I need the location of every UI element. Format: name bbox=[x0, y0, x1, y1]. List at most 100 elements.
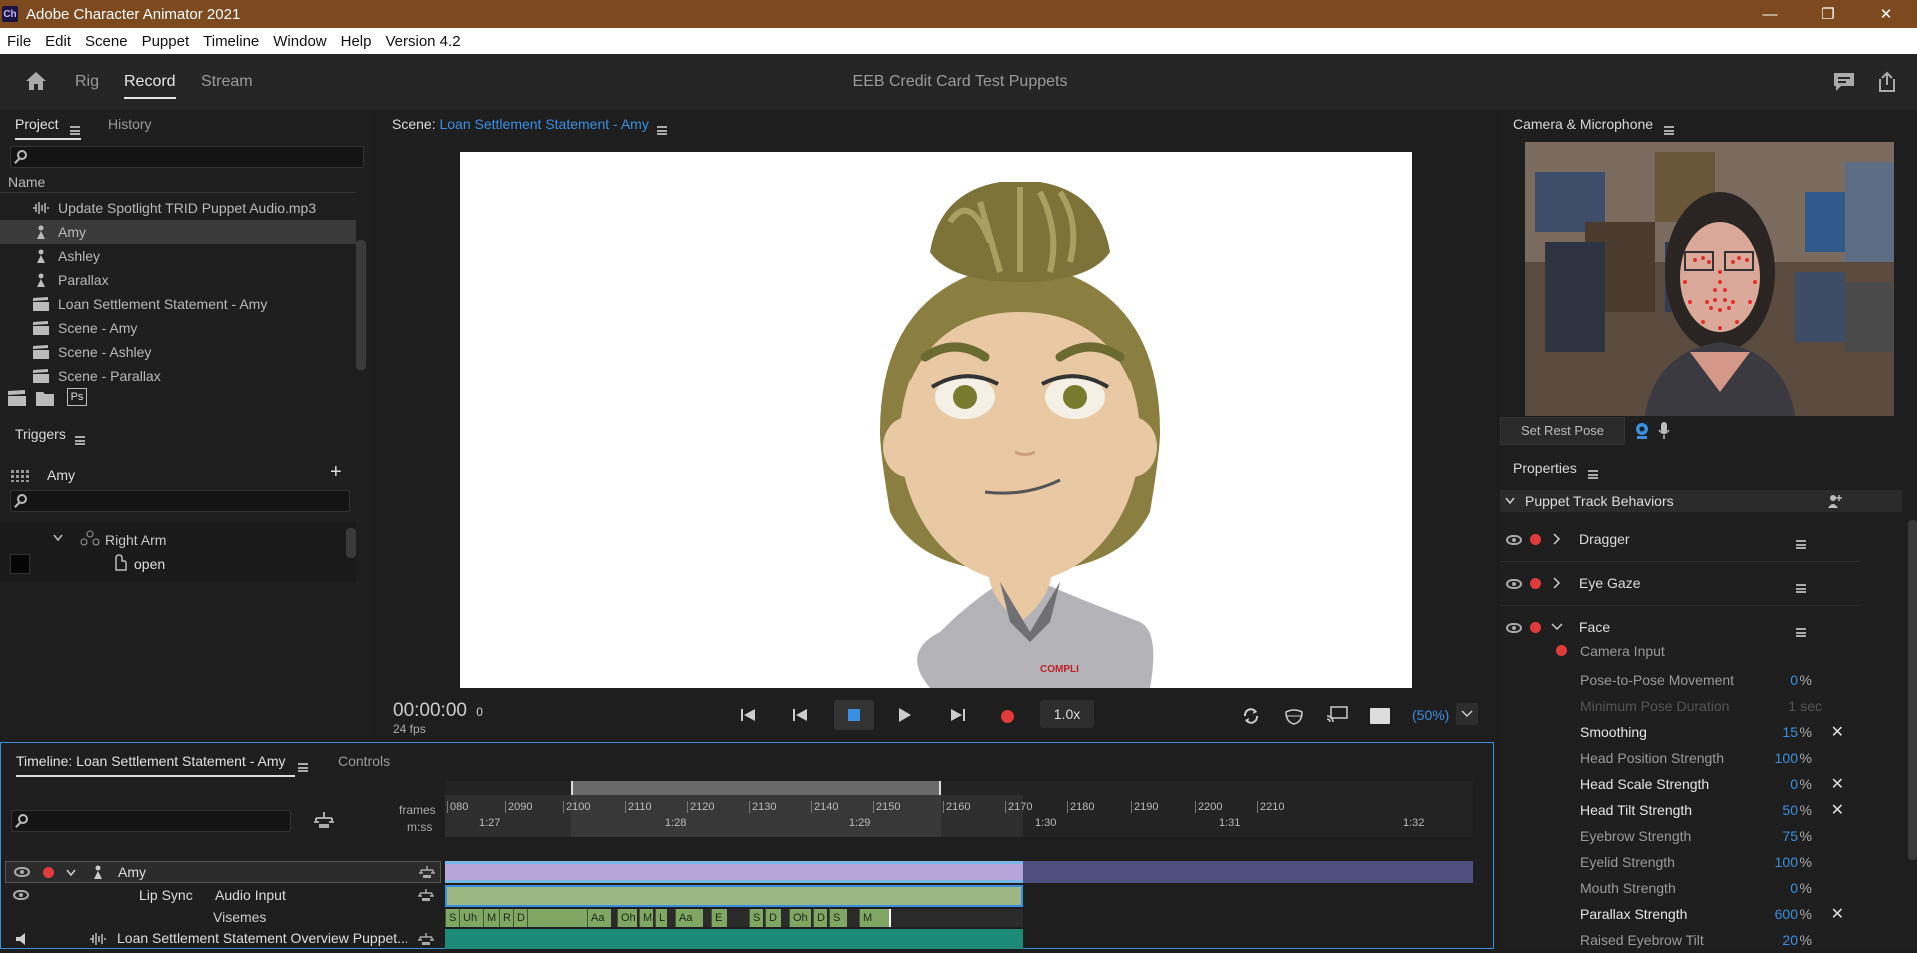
viseme-block[interactable]: S bbox=[445, 909, 459, 927]
menu-timeline[interactable]: Timeline bbox=[196, 33, 266, 50]
viseme-block[interactable]: D bbox=[513, 909, 527, 927]
menu-edit[interactable]: Edit bbox=[38, 33, 78, 50]
panel-menu-icon[interactable] bbox=[70, 125, 80, 135]
arm-record-icon[interactable] bbox=[1530, 534, 1541, 545]
list-item[interactable]: Update Spotlight TRID Puppet Audio.mp3 bbox=[0, 196, 356, 220]
param-value[interactable]: 1 bbox=[1788, 698, 1796, 714]
viseme-block[interactable]: M bbox=[859, 909, 889, 927]
work-area-end-handle[interactable] bbox=[939, 781, 941, 795]
set-rest-pose-button[interactable]: Set Rest Pose bbox=[1500, 417, 1625, 445]
viseme-block[interactable]: R bbox=[499, 909, 513, 927]
list-item[interactable]: Ashley bbox=[0, 244, 356, 268]
param-row[interactable]: Pose-to-Pose Movement 0% bbox=[1500, 667, 1860, 693]
project-scrollbar[interactable] bbox=[356, 240, 366, 370]
panel-menu-icon[interactable] bbox=[1664, 125, 1674, 135]
reset-param-icon[interactable]: ✕ bbox=[1831, 904, 1844, 924]
param-value[interactable]: 20 bbox=[1782, 932, 1798, 948]
viseme-block[interactable]: Oh bbox=[789, 909, 811, 927]
viseme-block[interactable]: S bbox=[749, 909, 763, 927]
timeline-search-input[interactable] bbox=[11, 810, 291, 832]
tab-controls[interactable]: Controls bbox=[338, 753, 390, 769]
list-item[interactable]: Scene - Amy bbox=[0, 316, 356, 340]
new-scene-icon[interactable] bbox=[8, 390, 26, 406]
chevron-down-icon[interactable] bbox=[66, 869, 76, 877]
camera-feed[interactable] bbox=[1525, 142, 1894, 416]
name-column-header[interactable]: Name bbox=[8, 174, 45, 190]
triggers-search-input[interactable] bbox=[10, 490, 350, 512]
step-forward-icon[interactable] bbox=[950, 708, 966, 722]
microphone-icon[interactable] bbox=[1658, 422, 1670, 440]
folder-icon[interactable] bbox=[36, 390, 54, 406]
param-row[interactable]: Smoothing 15% ✕ bbox=[1500, 719, 1860, 745]
param-row[interactable]: Eyelid Strength 100% bbox=[1500, 849, 1860, 875]
trigger-label[interactable]: open bbox=[134, 556, 165, 572]
chevron-right-icon[interactable] bbox=[1553, 577, 1561, 589]
param-row[interactable]: Eyebrow Strength 75% bbox=[1500, 823, 1860, 849]
list-item[interactable]: Amy bbox=[0, 220, 356, 244]
timeline-ruler[interactable]: 080 2090 2100 2110 2120 2130 2140 2150 2160 2170 2… bbox=[445, 781, 1473, 837]
param-row[interactable]: Head Position Strength 100% bbox=[1500, 745, 1860, 771]
viseme-block[interactable]: M bbox=[639, 909, 653, 927]
track-filter-icon[interactable] bbox=[313, 811, 335, 829]
viseme-block[interactable]: Oh bbox=[617, 909, 637, 927]
maximize-button[interactable]: ❐ bbox=[1799, 0, 1857, 28]
param-value[interactable]: 600 bbox=[1775, 906, 1798, 922]
list-item[interactable]: Scene - Parallax bbox=[0, 364, 356, 388]
tab-stream[interactable]: Stream bbox=[201, 73, 253, 91]
reset-param-icon[interactable]: ✕ bbox=[1831, 800, 1844, 820]
list-item[interactable]: Loan Settlement Statement - Amy bbox=[0, 292, 356, 316]
behavior-dragger[interactable]: Dragger bbox=[1500, 518, 1860, 562]
param-row[interactable]: Head Tilt Strength 50% ✕ bbox=[1500, 797, 1860, 823]
chevron-right-icon[interactable] bbox=[1553, 533, 1561, 545]
tab-timeline[interactable]: Timeline: Loan Settlement Statement - Am… bbox=[16, 753, 286, 769]
viseme-block[interactable]: Aa bbox=[587, 909, 611, 927]
panel-menu-icon[interactable] bbox=[1588, 469, 1598, 479]
timecode-display[interactable]: 00:00:00 0 bbox=[393, 700, 483, 722]
puppet-track-behaviors-header[interactable]: Puppet Track Behaviors bbox=[1500, 490, 1902, 512]
trigger-group-label[interactable]: Right Arm bbox=[105, 532, 166, 548]
menu-help[interactable]: Help bbox=[334, 33, 379, 50]
param-value[interactable]: 100 bbox=[1775, 750, 1798, 766]
amy-take[interactable] bbox=[445, 861, 1023, 883]
step-back-icon[interactable] bbox=[792, 708, 808, 722]
viseme-block[interactable]: E bbox=[711, 909, 727, 927]
param-value[interactable]: 100 bbox=[1775, 854, 1798, 870]
behavior-menu-icon[interactable] bbox=[1796, 539, 1806, 549]
menu-version[interactable]: Version 4.2 bbox=[378, 33, 467, 50]
minimize-button[interactable]: — bbox=[1741, 0, 1799, 28]
viseme-block[interactable]: D bbox=[765, 909, 781, 927]
menu-window[interactable]: Window bbox=[266, 33, 333, 50]
close-button[interactable]: ✕ bbox=[1857, 0, 1915, 28]
puppet-amy[interactable]: COMPLI bbox=[460, 152, 1412, 688]
tab-record[interactable]: Record bbox=[124, 73, 176, 99]
tab-project[interactable]: Project bbox=[15, 116, 59, 132]
param-value[interactable]: 0 bbox=[1790, 672, 1798, 688]
panel-menu-icon[interactable] bbox=[657, 125, 667, 135]
chevron-down-icon[interactable] bbox=[1551, 623, 1563, 631]
tab-rig[interactable]: Rig bbox=[75, 73, 99, 91]
work-area-start-handle[interactable] bbox=[571, 781, 573, 795]
list-item[interactable]: Scene - Ashley bbox=[0, 340, 356, 364]
behavior-face[interactable]: Face bbox=[1500, 606, 1860, 646]
param-value[interactable]: 50 bbox=[1782, 802, 1798, 818]
track-filter-icon[interactable] bbox=[418, 888, 434, 902]
list-item[interactable]: Parallax bbox=[0, 268, 356, 292]
param-value[interactable]: 75 bbox=[1782, 828, 1798, 844]
viseme-silence[interactable] bbox=[527, 909, 587, 927]
panel-menu-icon[interactable] bbox=[298, 762, 308, 772]
add-trigger-icon[interactable]: + bbox=[330, 461, 342, 484]
param-value[interactable]: 0 bbox=[1790, 880, 1798, 896]
track-header-lipsync[interactable]: Lip Sync Audio Input bbox=[5, 885, 441, 907]
record-button[interactable] bbox=[1001, 710, 1014, 723]
viseme-block[interactable]: M bbox=[483, 909, 499, 927]
audio-clip[interactable] bbox=[445, 929, 1023, 949]
track-filter-icon[interactable] bbox=[418, 932, 434, 946]
param-row[interactable]: Mouth Strength 0% bbox=[1500, 875, 1860, 901]
visibility-eye-icon[interactable] bbox=[1506, 535, 1522, 545]
arm-record-icon[interactable] bbox=[1530, 578, 1541, 589]
viseme-block[interactable]: L bbox=[655, 909, 667, 927]
visibility-eye-icon[interactable] bbox=[14, 867, 30, 877]
chevron-down-icon[interactable] bbox=[53, 534, 63, 542]
play-icon[interactable] bbox=[898, 707, 912, 723]
home-icon[interactable] bbox=[24, 70, 48, 92]
